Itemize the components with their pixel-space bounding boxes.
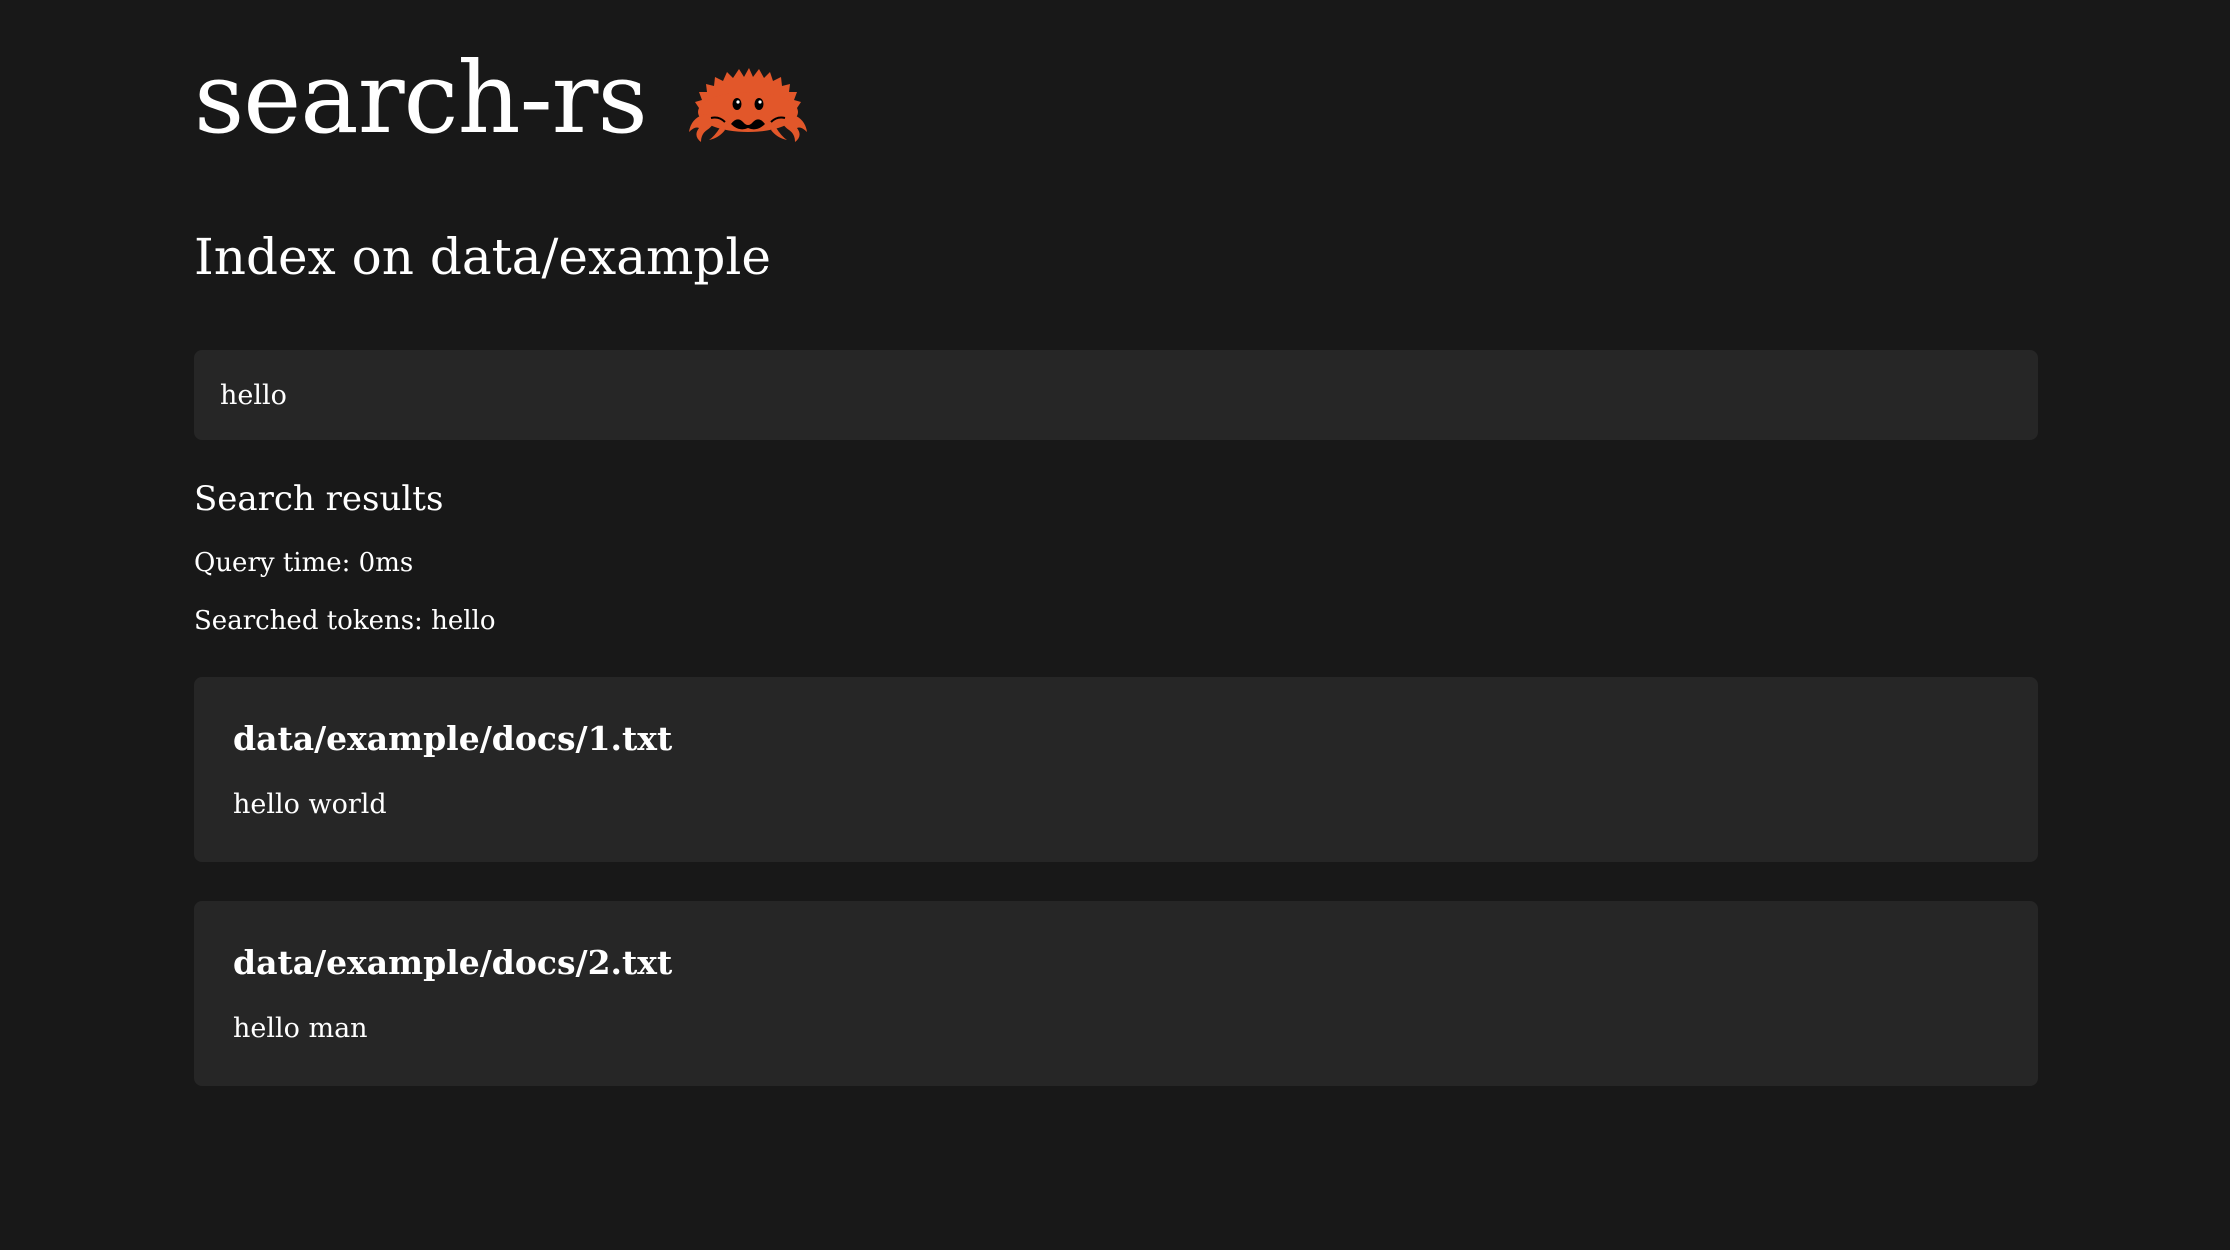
query-time: Query time: 0ms: [194, 548, 414, 578]
result-path[interactable]: data/example/docs/1.txt: [233, 722, 672, 755]
header: search-rs: [194, 0, 2038, 210]
result-snippet: hello world: [233, 789, 387, 820]
page: search-rs Index on data/example hello Se…: [0, 0, 2230, 1250]
searched-tokens: Searched tokens: hello: [194, 606, 496, 636]
result-path[interactable]: data/example/docs/2.txt: [233, 946, 672, 979]
search-input[interactable]: [194, 350, 2038, 440]
main-container: search-rs Index on data/example hello Se…: [194, 0, 2038, 1086]
app-title: search-rs: [194, 42, 648, 156]
search-results-heading: Search results: [194, 479, 444, 519]
result-card[interactable]: data/example/docs/2.txt hello man: [194, 901, 2038, 1086]
result-card[interactable]: data/example/docs/1.txt hello world: [194, 677, 2038, 862]
index-heading: Index on data/example: [194, 228, 772, 286]
ferris-crab-icon: [688, 68, 807, 142]
result-snippet: hello man: [233, 1013, 368, 1044]
